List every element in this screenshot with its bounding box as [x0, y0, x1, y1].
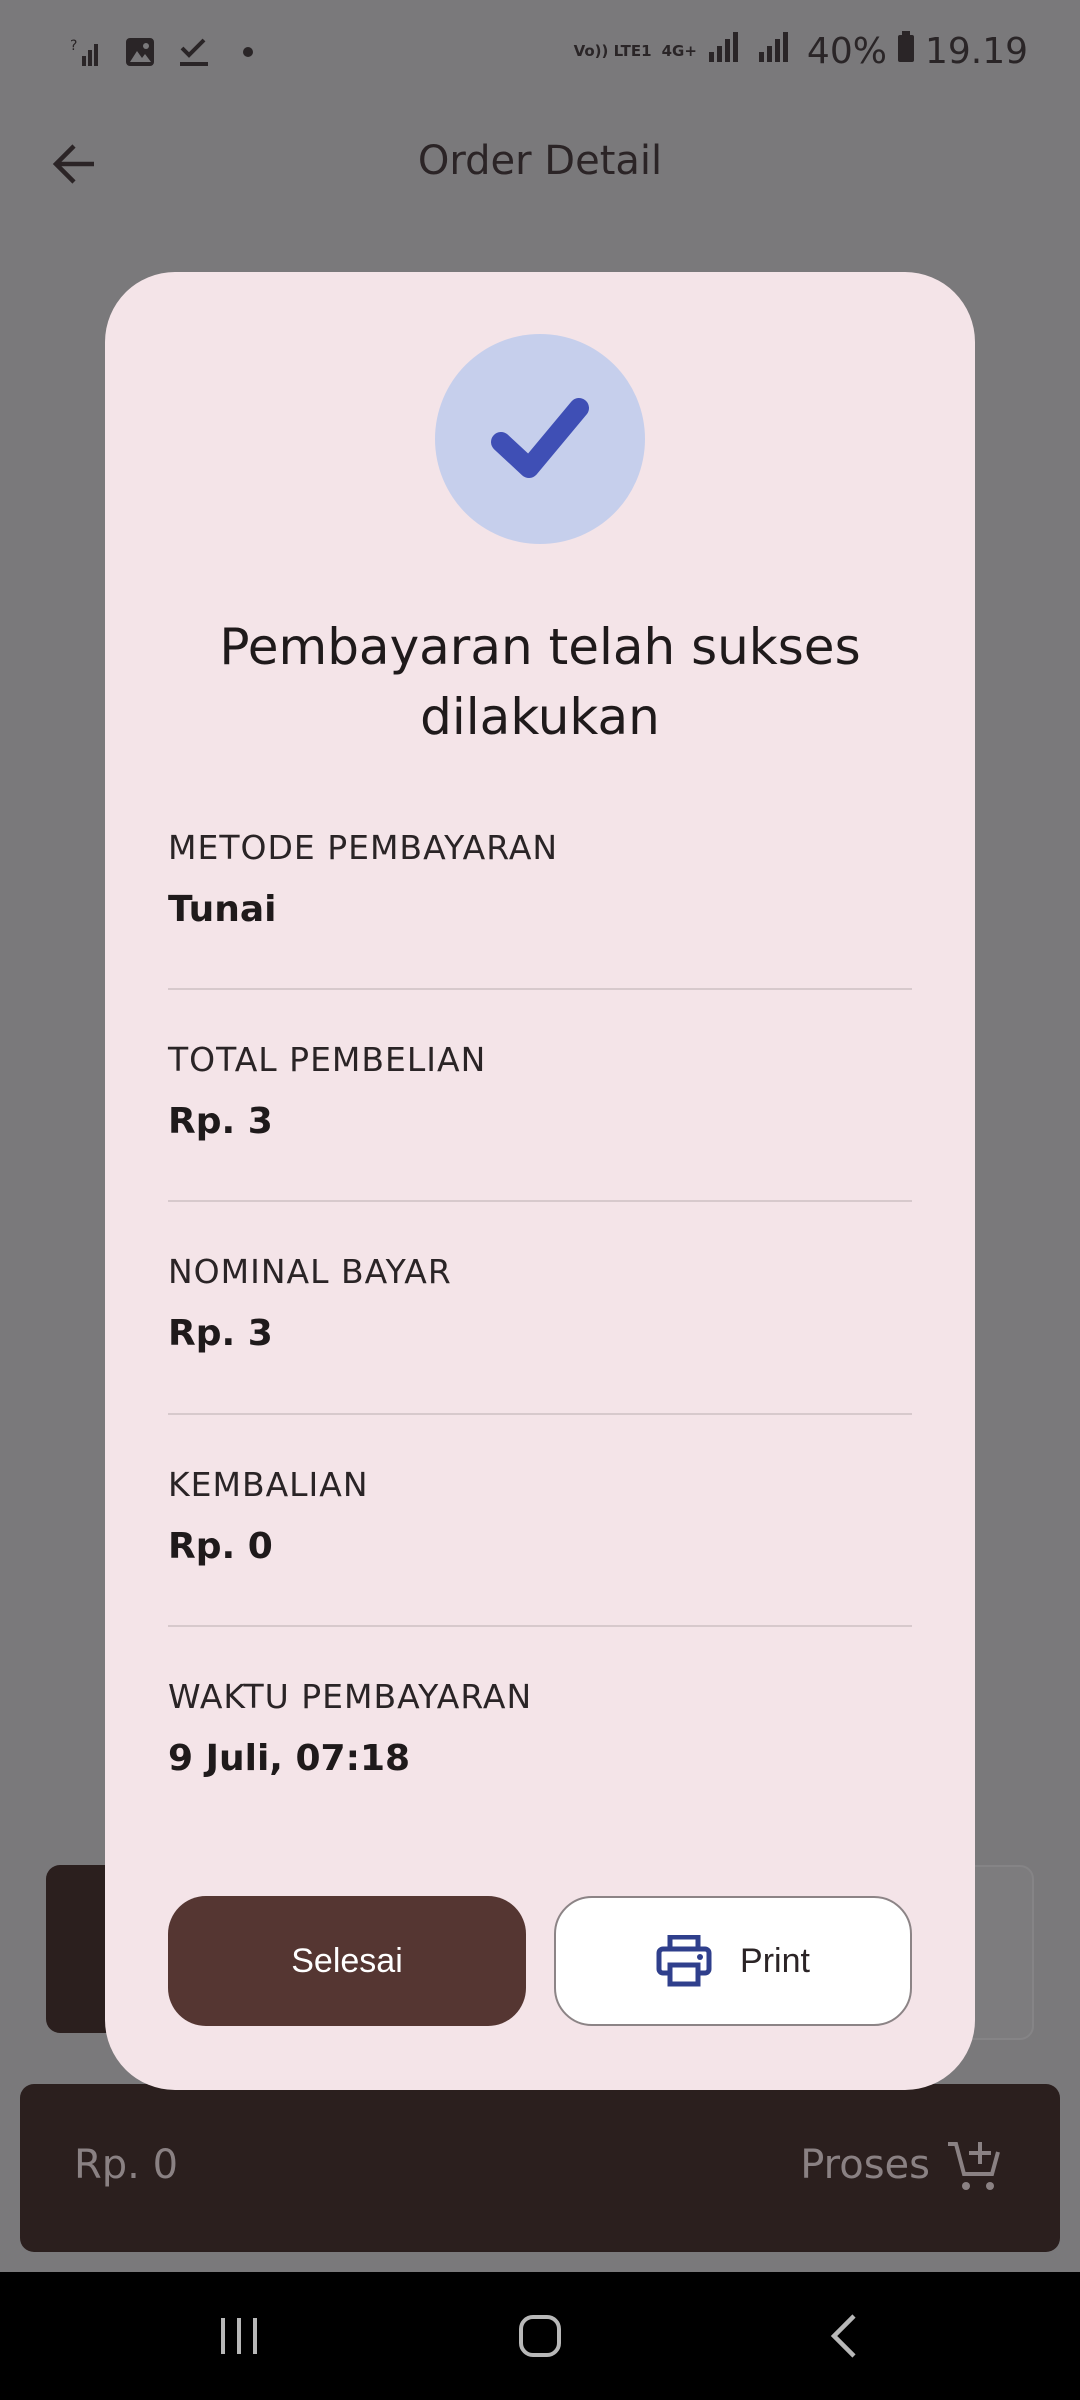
- system-nav-bar: [0, 2272, 1080, 2400]
- divider: [168, 988, 912, 990]
- printer-icon: [656, 1935, 712, 1987]
- field-value: Tunai: [168, 889, 277, 930]
- signal-icon: [707, 30, 747, 73]
- success-badge: [435, 334, 645, 544]
- app-bar: Order Detail: [0, 110, 1080, 220]
- signal-icon-2: [757, 30, 797, 73]
- payment-method-block: METODE PEMBAYARAN Tunai: [168, 828, 912, 930]
- back-nav-button[interactable]: [808, 2304, 878, 2368]
- battery-percent: 40%: [806, 31, 887, 72]
- home-button[interactable]: [505, 2304, 575, 2368]
- clock: 19.19: [924, 31, 1028, 72]
- field-label: METODE PEMBAYARAN: [168, 828, 559, 867]
- battery-icon: [897, 31, 915, 72]
- add-cart-icon[interactable]: [944, 2136, 1004, 2196]
- svg-text:?: ?: [70, 38, 77, 54]
- dot-icon: [230, 34, 266, 70]
- field-value: Rp. 3: [168, 1101, 273, 1142]
- field-value: Rp. 3: [168, 1313, 273, 1354]
- recents-button[interactable]: [204, 2304, 274, 2368]
- volte-label: Vo)) LTE1: [573, 42, 652, 60]
- home-icon: [519, 2315, 561, 2357]
- done-button-label: Selesai: [291, 1941, 403, 1980]
- checkmark-icon: [491, 398, 589, 478]
- 4g-label: 4G+: [661, 42, 697, 60]
- status-indicators: Vo)) LTE1 4G+ 40% 19.19: [574, 30, 1028, 73]
- divider: [168, 1625, 912, 1627]
- back-nav-icon: [830, 2314, 856, 2358]
- page-title: Order Detail: [417, 138, 663, 184]
- print-button-label: Print: [740, 1941, 810, 1980]
- field-label: KEMBALIAN: [168, 1465, 369, 1504]
- divider: [168, 1413, 912, 1415]
- field-label: WAKTU PEMBAYARAN: [168, 1677, 533, 1716]
- change-block: KEMBALIAN Rp. 0: [168, 1465, 912, 1567]
- divider: [168, 1200, 912, 1202]
- checkout-total: Rp. 0: [74, 2142, 179, 2188]
- amount-paid-block: NOMINAL BAYAR Rp. 3: [168, 1252, 912, 1354]
- status-notifications: ?: [68, 34, 266, 70]
- proses-button[interactable]: Proses: [800, 2142, 930, 2188]
- field-label: NOMINAL BAYAR: [168, 1252, 452, 1291]
- check-icon: [176, 34, 212, 70]
- recents-icon: [221, 2318, 257, 2354]
- field-label: TOTAL PEMBELIAN: [168, 1040, 487, 1079]
- field-value: 9 Juli, 07:18: [168, 1738, 411, 1779]
- total-purchase-block: TOTAL PEMBELIAN Rp. 3: [168, 1040, 912, 1142]
- dialog-title: Pembayaran telah sukses dilakukan: [219, 618, 861, 746]
- image-icon: [122, 34, 158, 70]
- print-button[interactable]: Print: [554, 1896, 912, 2026]
- checkout-bar: Rp. 0 Proses: [20, 2084, 1060, 2252]
- payment-success-dialog: Pembayaran telah sukses dilakukan METODE…: [105, 272, 975, 2090]
- done-button[interactable]: Selesai: [168, 1896, 526, 2026]
- field-value: Rp. 0: [168, 1526, 273, 1567]
- signal-unknown-icon: ?: [68, 34, 104, 70]
- payment-time-block: WAKTU PEMBAYARAN 9 Juli, 07:18: [168, 1677, 912, 1779]
- status-bar: ? Vo)) LTE1 4G+ 40% 19.19: [0, 0, 1080, 110]
